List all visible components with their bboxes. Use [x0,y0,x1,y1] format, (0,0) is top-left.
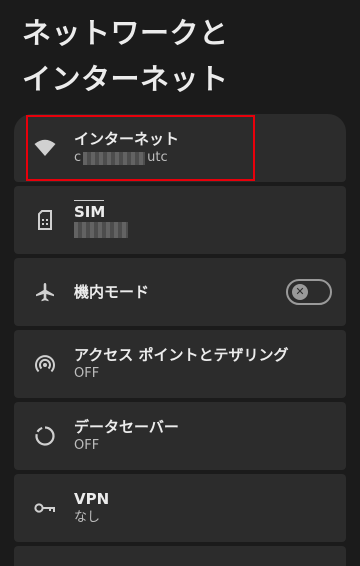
redacted-carrier-name [74,222,128,238]
settings-item-summary: OFF [74,366,100,381]
settings-item-label: VPN [74,490,110,508]
hotspot-icon [34,353,56,375]
network-name-prefix: c [74,150,82,165]
settings-item-label: SIM [74,200,276,222]
label-overline [74,200,104,201]
settings-item-summary: なし [74,510,101,525]
settings-item-summary: c utc [74,149,276,167]
settings-item-airplane-mode[interactable]: 機内モード ✕ [14,258,346,326]
redacted-network-name [83,151,146,165]
settings-list: インターネット c utc SIM 機内モード ✕ アクセス ポイントとテザリン… [14,114,346,566]
data-saver-icon [34,425,56,447]
settings-item-data-saver[interactable]: データセーバー OFF [14,402,346,470]
airplane-icon [34,281,56,303]
settings-item-label: 機内モード [74,283,150,301]
settings-item-summary [74,222,276,238]
settings-item-sim[interactable]: SIM [14,186,346,254]
page-title-line-1: ネットワークと [22,16,229,50]
settings-item-label: データセーバー [74,418,179,436]
wifi-icon [34,137,56,159]
settings-item-vpn[interactable]: VPN なし [14,474,346,542]
sim-card-icon [34,209,56,231]
settings-item-label: インターネット [74,130,180,148]
page-title-line-2: インターネット [22,62,229,96]
page-title: ネットワークと インターネット [22,10,342,102]
settings-item-label-text: SIM [74,203,106,221]
settings-item-hotspot-tethering[interactable]: アクセス ポイントとテザリング OFF [14,330,346,398]
airplane-mode-toggle[interactable]: ✕ [286,279,332,305]
network-name-suffix: utc [147,150,168,165]
toggle-off-icon: ✕ [292,284,308,300]
settings-item-label: アクセス ポイントとテザリング [74,346,289,364]
settings-item-summary: OFF [74,438,100,453]
settings-item-internet[interactable]: インターネット c utc [14,114,346,182]
vpn-key-icon [34,497,56,519]
settings-item-next[interactable] [14,546,346,566]
